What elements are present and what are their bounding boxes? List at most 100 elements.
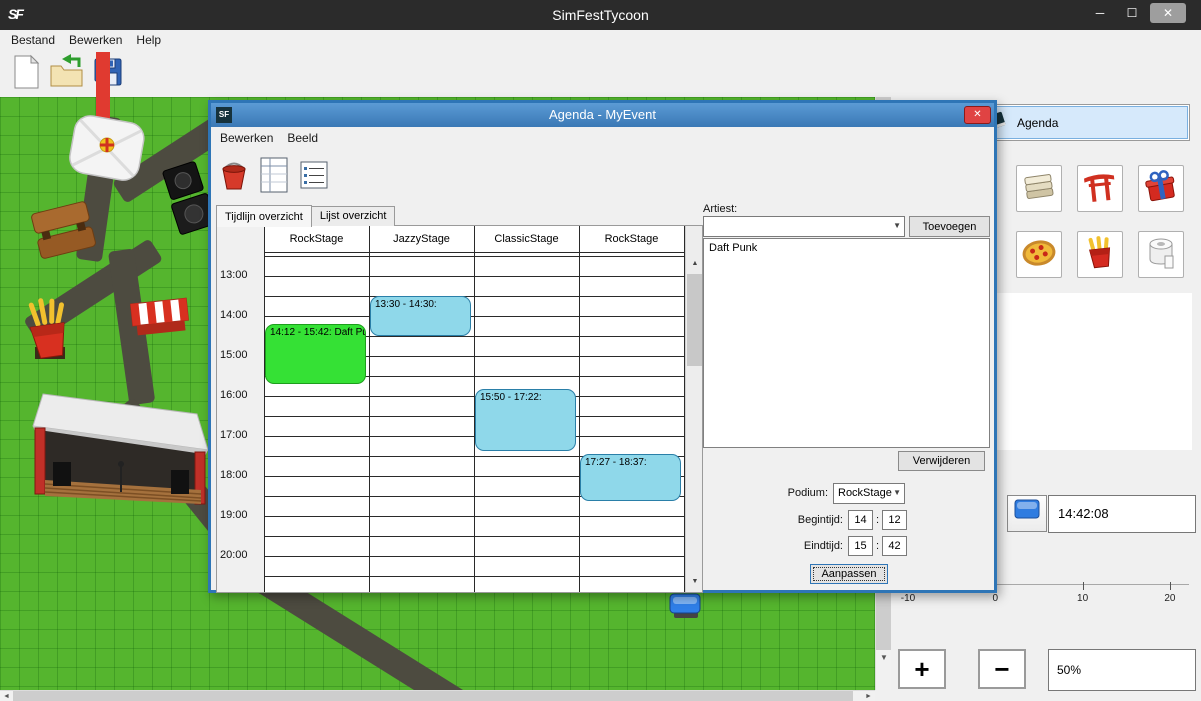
floor-tile-icon: [1021, 169, 1057, 208]
time-separator: :: [876, 540, 879, 552]
zoom-out-button[interactable]: −: [978, 649, 1026, 689]
main-stage-object[interactable]: [25, 392, 210, 515]
list-view-button[interactable]: [295, 157, 333, 197]
close-button[interactable]: ✕: [1150, 3, 1186, 23]
titlebar: SF SimFestTycoon ─ ☐ ✕: [0, 0, 1201, 30]
schedule-event[interactable]: 13:30 - 14:30:: [370, 296, 471, 336]
tent-object[interactable]: [62, 105, 152, 188]
artist-list-item[interactable]: Daft Punk: [704, 239, 989, 257]
podium-dropdown-value: RockStage: [838, 487, 892, 499]
add-artist-button[interactable]: Toevoegen: [909, 216, 990, 237]
shop-item-button[interactable]: [1016, 165, 1062, 212]
tab-lijst-overzicht[interactable]: Lijst overzicht: [311, 206, 396, 226]
scroll-down-icon[interactable]: ▼: [686, 574, 703, 589]
grid-line: [264, 226, 265, 592]
scroll-up-icon[interactable]: ▲: [686, 256, 703, 271]
shop-item-button[interactable]: [1077, 165, 1123, 212]
podium-dropdown[interactable]: RockStage ▼: [833, 483, 905, 504]
shop-item-button[interactable]: [1077, 231, 1123, 278]
schedule-scrollbar[interactable]: ▲▼: [685, 226, 703, 592]
list-view-icon: [300, 161, 328, 194]
schedule-grid[interactable]: RockStageJazzyStageClassicStageRockStage…: [216, 225, 703, 593]
scale-tick-label: -10: [891, 593, 925, 604]
stage-column-header: ClassicStage: [474, 226, 579, 252]
open-folder-icon: [49, 54, 87, 95]
open-file-button[interactable]: [48, 54, 88, 94]
end-time-label: Eindtijd:: [751, 540, 843, 552]
shop-item-button[interactable]: [1138, 231, 1184, 278]
delete-bucket-icon: [219, 158, 249, 197]
dialog-menu-beeld[interactable]: Beeld: [280, 129, 325, 147]
pizza-icon: [1021, 235, 1057, 274]
agenda-dialog: SF Agenda - MyEvent ✕ BewerkenBeeld: [208, 100, 997, 593]
time-label: 13:00: [220, 269, 262, 281]
remove-artist-button[interactable]: Verwijderen: [898, 451, 985, 471]
screen-icon: [1013, 498, 1041, 529]
menu-bewerken[interactable]: Bewerken: [62, 31, 129, 49]
scroll-right-icon[interactable]: ►: [862, 691, 875, 701]
begin-hour-field[interactable]: 14: [848, 510, 873, 530]
end-hour-field[interactable]: 15: [848, 536, 873, 556]
shop-item-button[interactable]: [1016, 231, 1062, 278]
scale-tick-label: 20: [1153, 593, 1187, 604]
agenda-item-label: Agenda: [1017, 116, 1058, 130]
timeline-view-icon: [259, 157, 289, 198]
schedule-event[interactable]: 14:12 - 15:42: Daft Punk: [265, 324, 366, 384]
scale-tick: [1170, 582, 1171, 590]
schedule-scroll-thumb[interactable]: [687, 274, 703, 366]
schedule-event[interactable]: 15:50 - 17:22:: [475, 389, 576, 450]
begin-minute-field[interactable]: 12: [882, 510, 907, 530]
stage-column-header: JazzyStage: [369, 226, 474, 252]
screen-object[interactable]: [668, 592, 704, 625]
time-label: 17:00: [220, 429, 262, 441]
main-menubar: BestandBewerkenHelp: [0, 30, 1201, 50]
end-minute-field[interactable]: 42: [882, 536, 907, 556]
grid-line: [264, 252, 684, 253]
menu-help[interactable]: Help: [129, 31, 168, 49]
maximize-button[interactable]: ☐: [1118, 3, 1146, 23]
wooden-sign-object[interactable]: [30, 199, 98, 270]
map-horizontal-scrollbar[interactable]: ◄ ►: [0, 690, 875, 701]
dialog-menubar: BewerkenBeeld: [211, 127, 994, 149]
apply-button[interactable]: Aanpassen: [810, 564, 888, 584]
podium-label: Podium:: [756, 487, 828, 499]
zoom-level-display: 50%: [1048, 649, 1196, 691]
clock-display: 14:42:08: [1048, 495, 1196, 533]
zoom-in-button[interactable]: +: [898, 649, 946, 689]
striped-booth-object[interactable]: [128, 295, 192, 344]
dialog-title: Agenda - MyEvent: [211, 107, 994, 122]
agenda-list-item[interactable]: Agenda: [968, 106, 1188, 139]
shop-item-button[interactable]: [1138, 165, 1184, 212]
scroll-down-icon[interactable]: ▼: [876, 650, 892, 666]
time-separator: :: [876, 514, 879, 526]
artist-dropdown[interactable]: ▼: [703, 216, 905, 237]
new-file-icon: [11, 54, 41, 95]
scroll-left-icon[interactable]: ◄: [0, 691, 13, 701]
chevron-down-icon: ▼: [893, 221, 901, 230]
timeline-view-button[interactable]: [255, 157, 293, 197]
dialog-tabs: Tijdlijn overzichtLijst overzicht: [216, 205, 394, 226]
torii-gate-icon: [1082, 169, 1118, 208]
tab-tijdlijn-overzicht[interactable]: Tijdlijn overzicht: [216, 205, 312, 227]
main-toolbar: [0, 50, 890, 97]
fries-stand-object[interactable]: [15, 295, 81, 372]
toilet-paper-icon: [1143, 235, 1179, 274]
menu-bestand[interactable]: Bestand: [4, 31, 62, 49]
scale-tick-label: 0: [978, 593, 1012, 604]
window-title: SimFestTycoon: [0, 7, 1201, 23]
dialog-close-button[interactable]: ✕: [964, 106, 991, 124]
time-label: 20:00: [220, 549, 262, 561]
dialog-titlebar: SF Agenda - MyEvent ✕: [211, 103, 994, 127]
delete-event-button[interactable]: [215, 157, 253, 197]
dialog-menu-bewerken[interactable]: Bewerken: [213, 129, 280, 147]
time-label: 15:00: [220, 349, 262, 361]
time-label: 14:00: [220, 309, 262, 321]
horizontal-scroll-thumb[interactable]: [13, 691, 853, 701]
artist-list[interactable]: Daft Punk: [703, 238, 990, 448]
screen-button[interactable]: [1007, 495, 1047, 532]
schedule-event[interactable]: 17:27 - 18:37:: [580, 454, 681, 501]
new-file-button[interactable]: [6, 54, 46, 94]
minimize-button[interactable]: ─: [1086, 3, 1114, 23]
app-window: SF SimFestTycoon ─ ☐ ✕ BestandBewerkenHe…: [0, 0, 1201, 701]
dialog-toolbar: [211, 149, 994, 203]
